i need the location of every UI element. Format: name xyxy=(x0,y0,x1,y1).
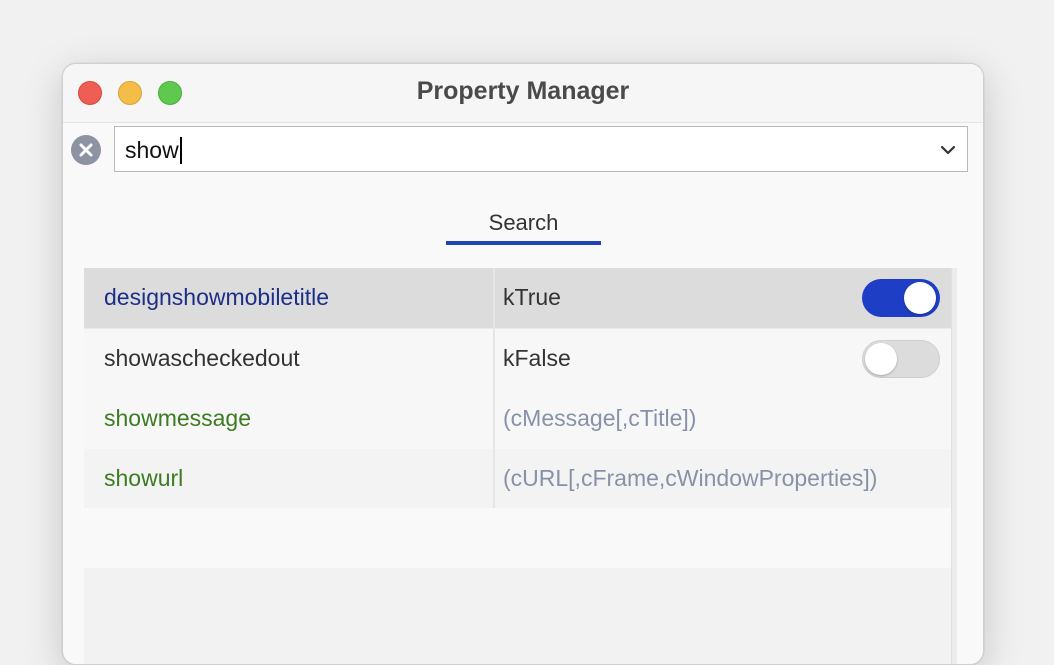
property-manager-window: Property Manager show Search designshowm… xyxy=(62,63,984,665)
value-toggle-switch[interactable] xyxy=(862,340,940,378)
method-parameters: (cURL[,cFrame,cWindowProperties]) xyxy=(503,465,878,491)
search-combobox[interactable]: show xyxy=(114,126,968,172)
window-title: Property Manager xyxy=(416,77,630,105)
table-row[interactable]: designshowmobiletitle kTrue xyxy=(84,268,951,329)
x-circle-icon xyxy=(79,143,93,157)
search-input[interactable]: show xyxy=(125,137,182,164)
clear-search-button[interactable] xyxy=(71,135,101,165)
column-divider xyxy=(493,389,495,449)
table-row[interactable]: showascheckedout kFalse xyxy=(84,329,951,389)
method-name: showurl xyxy=(104,465,184,491)
method-name: showmessage xyxy=(104,405,252,431)
property-value: kFalse xyxy=(503,345,571,371)
column-divider xyxy=(493,268,495,328)
column-divider xyxy=(493,329,495,389)
column-divider xyxy=(493,449,495,509)
property-name: designshowmobiletitle xyxy=(104,284,330,310)
title-bar[interactable]: Property Manager xyxy=(63,64,983,123)
value-toggle-switch[interactable] xyxy=(862,279,940,317)
property-table: designshowmobiletitle kTrue showaschecke… xyxy=(84,268,951,509)
property-value: kTrue xyxy=(503,284,561,310)
search-input-text: show xyxy=(125,137,179,163)
tab-search-underline xyxy=(446,241,601,245)
tab-search[interactable]: Search xyxy=(446,210,601,236)
table-row[interactable]: showmessage (cMessage[,cTitle]) xyxy=(84,389,951,449)
property-name: showascheckedout xyxy=(104,345,300,371)
table-empty-row xyxy=(84,568,951,664)
chevron-down-icon[interactable] xyxy=(939,141,957,159)
toggle-knob xyxy=(865,343,897,375)
method-parameters: (cMessage[,cTitle]) xyxy=(503,405,697,431)
vertical-scrollbar[interactable] xyxy=(951,268,957,664)
table-empty-row xyxy=(84,508,951,568)
toggle-knob xyxy=(904,282,936,314)
text-caret xyxy=(179,137,182,164)
table-row[interactable]: showurl (cURL[,cFrame,cWindowProperties]… xyxy=(84,449,951,509)
